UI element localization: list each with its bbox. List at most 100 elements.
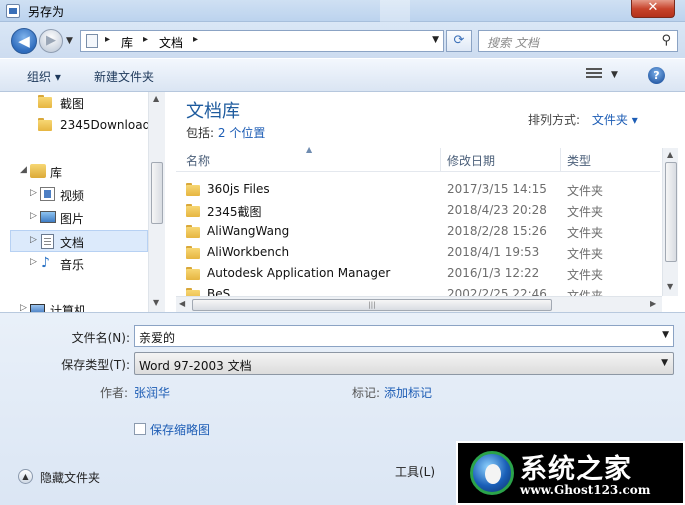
column-header-name[interactable]: 名称 (186, 152, 210, 169)
sidebar-item-music[interactable]: ▷ ♪ 音乐 (0, 253, 148, 275)
file-name: BeS (207, 287, 231, 296)
column-divider[interactable] (440, 148, 441, 172)
file-date: 2017/3/15 14:15 (447, 182, 547, 196)
tags-field[interactable]: 添加标记 (384, 384, 432, 401)
sidebar-item-label: 2345Downloads (60, 118, 157, 132)
address-bar-row: ◀ ▶ ▼ ▸ 库 ▸ 文档 ▸ ▼ ⟳ 搜索 文档 ⚲ (0, 22, 685, 58)
search-box[interactable]: 搜索 文档 ⚲ (478, 30, 678, 52)
file-type: 文件夹 (567, 205, 604, 219)
tools-button[interactable]: 工具(L) (395, 463, 435, 480)
sidebar-item-label: 库 (50, 166, 63, 180)
scroll-down-icon[interactable]: ▼ (667, 282, 673, 291)
author-field[interactable]: 张润华 (134, 384, 170, 401)
file-date: 2002/2/25 22:46 (447, 287, 547, 296)
recent-pages-dropdown-icon[interactable]: ▼ (66, 36, 73, 46)
scroll-down-icon[interactable]: ▼ (153, 298, 159, 307)
search-icon[interactable]: ⚲ (661, 33, 671, 48)
column-header-type[interactable]: 类型 (567, 152, 591, 169)
sidebar-item-screenshots[interactable]: 截图 (0, 92, 148, 114)
includes-label: 包括: (186, 126, 215, 140)
music-icon: ♪ (41, 255, 50, 271)
file-date: 2018/4/23 20:28 (447, 203, 547, 217)
table-row[interactable]: AliWorkbench 2018/4/1 19:53 文件夹 (176, 242, 660, 263)
breadcrumb-separator-icon[interactable]: ▸ (105, 34, 110, 45)
expand-arrow-icon[interactable]: ▷ (30, 257, 37, 267)
address-bar[interactable]: ▸ 库 ▸ 文档 ▸ ▼ (80, 30, 444, 52)
sidebar-item-label: 截图 (60, 97, 85, 111)
new-folder-button[interactable]: 新建文件夹 (94, 68, 154, 85)
file-list-vertical-scrollbar[interactable]: ▲ ▼ (662, 148, 679, 296)
scrollbar-thumb[interactable] (151, 162, 163, 224)
pane-edge (678, 92, 685, 312)
collapse-arrow-icon[interactable]: ◢ (20, 165, 27, 175)
scroll-left-icon[interactable]: ◀ (179, 299, 185, 308)
library-locations-link[interactable]: 2 个位置 (218, 126, 265, 140)
file-name: Autodesk Application Manager (207, 266, 391, 280)
filetype-dropdown-icon[interactable]: ▼ (661, 358, 668, 368)
location-icon (86, 34, 98, 48)
sidebar-item-documents[interactable]: ▷ 文档 (10, 230, 148, 252)
filename-label: 文件名(N): (71, 331, 130, 345)
arrange-by-label: 排列方式: (528, 113, 581, 127)
column-divider[interactable] (560, 148, 561, 172)
back-button[interactable]: ◀ (11, 28, 37, 54)
table-row[interactable]: AliWangWang 2018/2/28 15:26 文件夹 (176, 221, 660, 242)
watermark-logo: 系统之家 www.Ghost123.com (456, 441, 685, 505)
search-input[interactable]: 搜索 文档 (487, 34, 539, 51)
folder-icon (186, 204, 200, 217)
forward-button[interactable]: ▶ (39, 29, 63, 53)
table-row[interactable]: Autodesk Application Manager 2016/1/3 12… (176, 263, 660, 284)
sidebar-item-libraries[interactable]: ◢ 库 (0, 161, 148, 183)
folder-icon (186, 225, 200, 238)
file-list-horizontal-scrollbar[interactable]: ◀ ||| ▶ (176, 296, 662, 312)
table-row[interactable]: 360js Files 2017/3/15 14:15 文件夹 (176, 179, 660, 200)
author-label: 作者: (100, 386, 129, 400)
file-date: 2018/4/1 19:53 (447, 245, 540, 259)
filename-field[interactable]: 亲爱的 ▼ (134, 325, 674, 347)
sidebar-item-videos[interactable]: ▷ 视频 (0, 184, 148, 206)
expand-arrow-icon[interactable]: ▷ (30, 235, 37, 245)
filetype-value: Word 97-2003 文档 (139, 359, 252, 373)
sidebar-item-label: 音乐 (60, 258, 85, 272)
file-type: 文件夹 (567, 268, 604, 282)
file-type: 文件夹 (567, 289, 604, 296)
collapse-circle-icon[interactable]: ▲ (18, 469, 33, 484)
filename-dropdown-icon[interactable]: ▼ (662, 330, 669, 340)
breadcrumb-separator-icon[interactable]: ▸ (193, 34, 198, 45)
help-button[interactable]: ? (648, 67, 665, 84)
title-bar-highlight (380, 0, 410, 22)
breadcrumb-documents[interactable]: 文档 (159, 34, 183, 51)
view-options-dropdown-icon[interactable]: ▼ (611, 70, 618, 80)
close-button[interactable]: ✕ (631, 0, 675, 18)
scroll-up-icon[interactable]: ▲ (667, 150, 673, 159)
scroll-right-icon[interactable]: ▶ (650, 299, 656, 308)
arrange-by-dropdown[interactable]: 文件夹 ▾ (592, 113, 638, 127)
expand-arrow-icon[interactable]: ▷ (30, 211, 37, 221)
scroll-up-icon[interactable]: ▲ (153, 94, 159, 103)
file-date: 2018/2/28 15:26 (447, 224, 547, 238)
sidebar-item-2345downloads[interactable]: 2345Downloads (0, 115, 156, 137)
navigation-pane-scrollbar[interactable]: ▲ ▼ (148, 92, 165, 312)
video-icon (40, 187, 55, 201)
table-row[interactable]: 2345截图 2018/4/23 20:28 文件夹 (176, 200, 660, 221)
breadcrumb-separator-icon[interactable]: ▸ (143, 34, 148, 45)
scrollbar-thumb[interactable] (665, 162, 677, 262)
file-name: AliWorkbench (207, 245, 290, 259)
column-header-date-modified[interactable]: 修改日期 (447, 152, 495, 169)
scrollbar-thumb[interactable]: ||| (192, 299, 552, 311)
breadcrumb-library[interactable]: 库 (121, 34, 133, 51)
hide-folders-label[interactable]: 隐藏文件夹 (40, 469, 100, 486)
expand-arrow-icon[interactable]: ▷ (30, 188, 37, 198)
refresh-button[interactable]: ⟳ (446, 30, 472, 52)
file-type: 文件夹 (567, 184, 604, 198)
sidebar-item-pictures[interactable]: ▷ 图片 (0, 207, 148, 229)
filetype-select[interactable]: Word 97-2003 文档 ▼ (134, 352, 674, 375)
organize-button[interactable]: 组织 ▾ (27, 68, 61, 85)
table-row[interactable]: BeS 2002/2/25 22:46 文件夹 (176, 284, 660, 296)
tags-label: 标记: (352, 386, 381, 400)
address-dropdown-icon[interactable]: ▼ (432, 35, 439, 45)
filename-value[interactable]: 亲爱的 (139, 329, 175, 346)
change-view-icon[interactable] (586, 68, 602, 82)
save-thumbnail-label[interactable]: 保存缩略图 (150, 421, 210, 438)
save-thumbnail-checkbox[interactable] (134, 423, 146, 435)
